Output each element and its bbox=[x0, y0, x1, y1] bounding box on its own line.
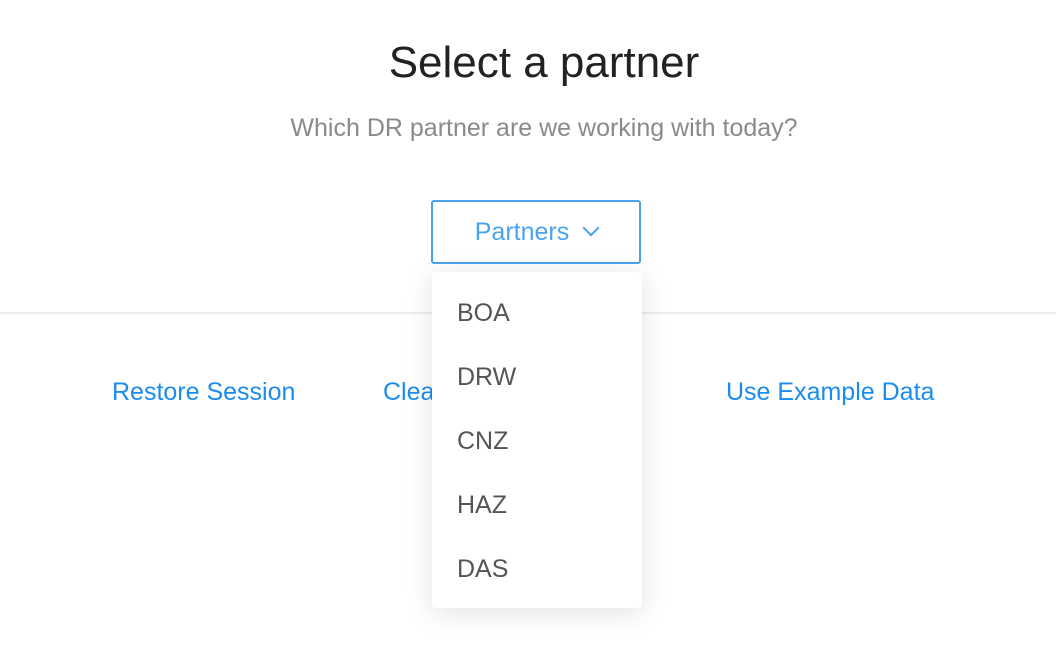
page-subtitle: Which DR partner are we working with tod… bbox=[290, 114, 798, 142]
partner-option-das[interactable]: DAS bbox=[432, 537, 642, 601]
page-title: Select a partner bbox=[388, 38, 700, 87]
partner-option-haz[interactable]: HAZ bbox=[432, 473, 642, 537]
partner-option-boa[interactable]: BOA bbox=[432, 281, 642, 345]
partners-dropdown-label: Partners bbox=[474, 217, 570, 246]
partner-option-drw[interactable]: DRW bbox=[432, 345, 642, 409]
partners-dropdown-button[interactable]: Partners bbox=[431, 200, 641, 264]
partners-dropdown-menu: BOA DRW CNZ HAZ DAS bbox=[432, 272, 642, 608]
use-example-data-link[interactable]: Use Example Data bbox=[726, 378, 934, 407]
chevron-down-icon bbox=[582, 219, 600, 237]
restore-session-link[interactable]: Restore Session bbox=[112, 378, 295, 407]
partner-option-cnz[interactable]: CNZ bbox=[432, 409, 642, 473]
